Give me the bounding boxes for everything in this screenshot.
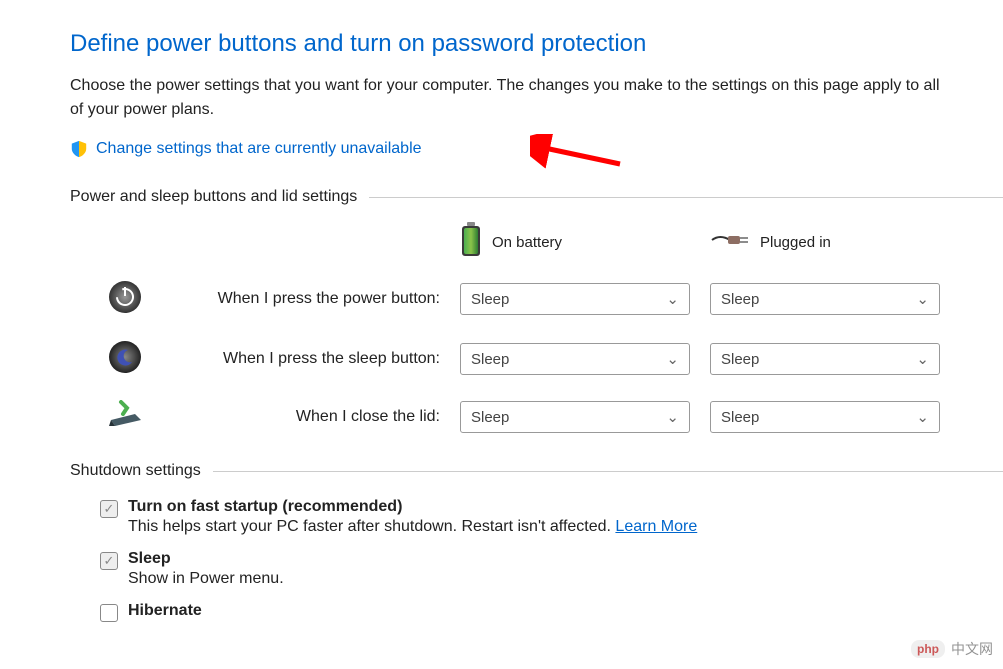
shield-icon <box>70 140 88 158</box>
section-header-text: Shutdown settings <box>70 462 213 480</box>
row-power-button: When I press the power button: Sleep ⌄ S… <box>100 280 1003 318</box>
select-sleep-button-plugged[interactable]: Sleep ⌄ <box>710 343 940 375</box>
learn-more-link[interactable]: Learn More <box>615 518 697 535</box>
row-label: When I press the power button: <box>150 290 460 308</box>
select-close-lid-battery[interactable]: Sleep ⌄ <box>460 401 690 433</box>
chevron-down-icon: ⌄ <box>916 290 929 308</box>
change-settings-row: Change settings that are currently unava… <box>70 140 1003 158</box>
section-header-power: Power and sleep buttons and lid settings <box>70 188 1003 206</box>
select-power-button-plugged[interactable]: Sleep ⌄ <box>710 283 940 315</box>
divider <box>213 471 1003 472</box>
chevron-down-icon: ⌄ <box>916 350 929 368</box>
column-header-plugged: Plugged in <box>710 222 960 262</box>
item-title: Hibernate <box>128 602 202 620</box>
select-close-lid-plugged[interactable]: Sleep ⌄ <box>710 401 940 433</box>
watermark: php 中文网 <box>911 639 993 659</box>
checkbox-sleep[interactable]: ✓ <box>100 552 118 570</box>
section-header-shutdown: Shutdown settings <box>70 462 1003 480</box>
row-label: When I press the sleep button: <box>150 350 460 368</box>
checkbox-hibernate[interactable] <box>100 604 118 622</box>
battery-icon <box>460 222 482 262</box>
checkbox-fast-startup[interactable]: ✓ <box>100 500 118 518</box>
shutdown-item-hibernate: Hibernate <box>100 602 1003 622</box>
laptop-lid-icon <box>105 400 145 434</box>
power-settings-grid: On battery Plugged in <box>100 222 1003 434</box>
change-settings-link[interactable]: Change settings that are currently unava… <box>96 140 422 158</box>
row-close-lid: When I close the lid: Sleep ⌄ Sleep ⌄ <box>100 400 1003 434</box>
select-power-button-battery[interactable]: Sleep ⌄ <box>460 283 690 315</box>
select-sleep-button-battery[interactable]: Sleep ⌄ <box>460 343 690 375</box>
chevron-down-icon: ⌄ <box>666 408 679 426</box>
item-desc: This helps start your PC faster after sh… <box>128 518 697 536</box>
column-header-battery: On battery <box>460 222 710 262</box>
chevron-down-icon: ⌄ <box>666 290 679 308</box>
checkmark-icon: ✓ <box>104 553 115 569</box>
column-label: On battery <box>492 234 562 251</box>
item-desc: Show in Power menu. <box>128 570 284 588</box>
column-label: Plugged in <box>760 234 831 251</box>
shutdown-item-fast-startup: ✓ Turn on fast startup (recommended) Thi… <box>100 498 1003 536</box>
item-title: Sleep <box>128 550 284 568</box>
watermark-logo-icon: php <box>911 640 945 658</box>
grid-header-row: On battery Plugged in <box>100 222 1003 262</box>
checkmark-icon: ✓ <box>104 501 115 517</box>
page-title: Define power buttons and turn on passwor… <box>70 30 1003 58</box>
row-label: When I close the lid: <box>150 408 460 426</box>
divider <box>369 197 1003 198</box>
watermark-text: 中文网 <box>951 639 993 659</box>
sleep-button-icon <box>108 340 142 378</box>
section-header-text: Power and sleep buttons and lid settings <box>70 188 369 206</box>
chevron-down-icon: ⌄ <box>666 350 679 368</box>
row-sleep-button: When I press the sleep button: Sleep ⌄ S… <box>100 340 1003 378</box>
plug-icon <box>710 228 750 256</box>
page-description: Choose the power settings that you want … <box>70 74 940 122</box>
item-title: Turn on fast startup (recommended) <box>128 498 697 516</box>
shutdown-item-sleep: ✓ Sleep Show in Power menu. <box>100 550 1003 588</box>
power-button-icon <box>108 280 142 318</box>
chevron-down-icon: ⌄ <box>916 408 929 426</box>
annotation-arrow-icon <box>530 134 630 174</box>
